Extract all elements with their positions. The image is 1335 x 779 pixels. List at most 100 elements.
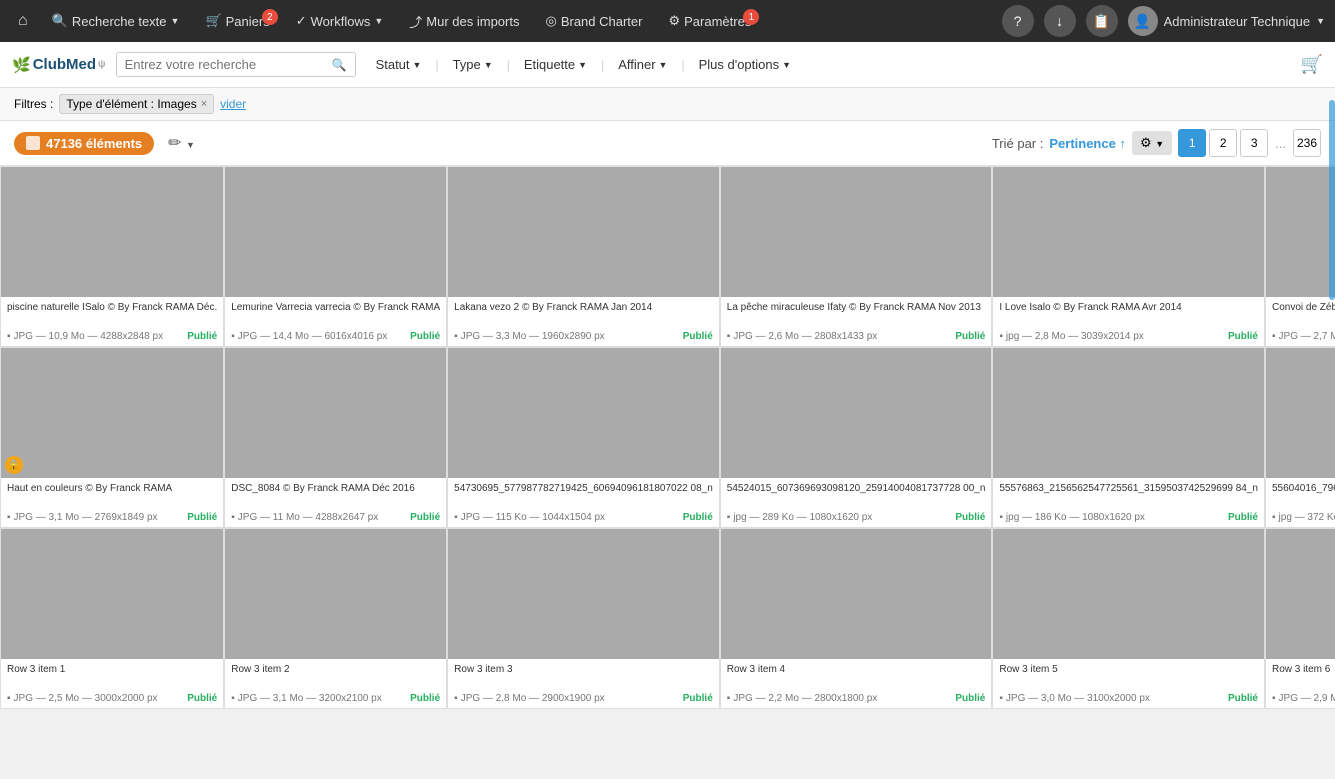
image-thumbnail: [225, 348, 446, 478]
page-3-button[interactable]: 3: [1240, 129, 1268, 157]
nav-params[interactable]: ⚙ Paramètres 1: [658, 7, 761, 35]
nav-brand-charter[interactable]: ◎ Brand Charter: [535, 7, 652, 35]
grid-item[interactable]: Row 3 item 4▪JPG — 2,2 Mo — 2800x1800 px…: [720, 528, 993, 709]
sort-label: Trié par :: [992, 136, 1044, 151]
item-meta: ▪JPG — 3,1 Mo — 2769x1849 pxPublié: [1, 510, 223, 527]
item-file-info: JPG — 2,7 Mo — 3008x2000 px: [1279, 331, 1335, 342]
cart-button[interactable]: 🛒: [1301, 54, 1323, 75]
status-badge: Publié: [683, 331, 713, 342]
item-file-info: jpg — 372 Ko — 999x1620 px: [1279, 512, 1335, 523]
nav-params-label: Paramètres: [684, 14, 751, 29]
nav-imports[interactable]: ⤴ Mur des imports: [399, 6, 529, 37]
grid-item[interactable]: piscine naturelle ISalo © By Franck RAMA…: [0, 166, 224, 347]
home-button[interactable]: ⌂: [10, 6, 36, 36]
item-meta: ▪JPG — 2,7 Mo — 3008x2000 pxPublié: [1266, 329, 1335, 346]
filter-remove-icon[interactable]: ×: [201, 98, 207, 110]
download-button[interactable]: ↓: [1044, 5, 1076, 37]
grid-item[interactable]: Row 3 item 5 ▪JPG — 3,0 Mo — 3100x2000 px…: [992, 528, 1265, 709]
grid-item[interactable]: Row 3 item 3▪JPG — 2,8 Mo — 2900x1900 px…: [447, 528, 720, 709]
grid-item[interactable]: Row 3 item 1▪JPG — 2,5 Mo — 3000x2000 px…: [0, 528, 224, 709]
lock-icon: 🔒: [5, 456, 23, 474]
edit-button[interactable]: ✏ ▼: [168, 133, 195, 153]
image-thumbnail: 🔒: [1, 348, 223, 478]
nav-workflows[interactable]: ✓ Workflows ▼: [286, 7, 394, 35]
item-title: piscine naturelle ISalo © By Franck RAMA…: [7, 301, 217, 315]
item-title: 54730695_577987782719425_606940961818070…: [454, 482, 713, 496]
item-file-info: jpg — 2,8 Mo — 3039x2014 px: [1006, 331, 1144, 342]
file-type-icon: ▪: [1272, 512, 1276, 523]
image-thumbnail: [448, 529, 719, 659]
item-file-info: jpg — 186 Ko — 1080x1620 px: [1006, 512, 1145, 523]
file-type-icon: ▪: [727, 512, 731, 523]
item-meta: ▪JPG — 3,0 Mo — 3100x2000 pxPublié: [993, 691, 1264, 708]
file-type-icon: ▪: [999, 512, 1003, 523]
type-filter-button[interactable]: Type ▼: [443, 52, 503, 77]
grid-item[interactable]: 55576863_2156562547725561_31595037425296…: [992, 347, 1265, 528]
nav-search-label: Recherche texte: [72, 14, 167, 29]
file-type-icon: ▪: [454, 512, 458, 523]
affiner-filter-button[interactable]: Affiner ▼: [608, 52, 677, 77]
page-2-button[interactable]: 2: [1209, 129, 1237, 157]
grid-item[interactable]: Row 3 item 6▪JPG — 2,9 Mo — 2950x1950 px…: [1265, 528, 1335, 709]
grid-item[interactable]: Row 3 item 2▪JPG — 3,1 Mo — 3200x2100 px…: [224, 528, 447, 709]
image-thumbnail: [721, 167, 992, 297]
grid-item[interactable]: Lemurine Varrecia varrecia © By Franck R…: [224, 166, 447, 347]
item-meta: ▪JPG — 14,4 Mo — 6016x4016 pxPublié: [225, 329, 446, 346]
item-meta: ▪JPG — 2,8 Mo — 2900x1900 px Publié: [448, 691, 719, 708]
status-badge: Publié: [1228, 512, 1258, 523]
file-type-icon: ▪: [231, 512, 235, 523]
search-input[interactable]: [125, 57, 332, 72]
count-badge: 47136 éléments: [14, 132, 154, 155]
help-button[interactable]: ?: [1002, 5, 1034, 37]
grid-item[interactable]: 🔒 Haut en couleurs © By Franck RAMA ▪JPG —…: [0, 347, 224, 528]
item-meta: ▪JPG — 3,1 Mo — 3200x2100 pxPublié: [225, 691, 446, 708]
top-nav-right: ? ↓ 📋 👤 Administrateur Technique ▼: [1002, 5, 1325, 37]
nav-search[interactable]: 🔍 Recherche texte ▼: [42, 7, 190, 35]
item-file-info: JPG — 2,8 Mo — 2900x1900 px: [461, 693, 605, 704]
grid-item[interactable]: 55604016_796459010712031_307108153282002…: [1265, 347, 1335, 528]
etiquette-filter-button[interactable]: Etiquette ▼: [514, 52, 597, 77]
pencil-icon: ✏: [168, 135, 181, 152]
image-thumbnail: [1266, 348, 1335, 478]
grid-item[interactable]: I Love Isalo © By Franck RAMA Avr 2014▪j…: [992, 166, 1265, 347]
item-title: La pêche miraculeuse Ifaty © By Franck R…: [727, 301, 986, 315]
grid-item[interactable]: DSC_8084 © By Franck RAMA Déc 2016▪JPG —…: [224, 347, 447, 528]
status-badge: Publié: [683, 693, 713, 704]
file-type-icon: ▪: [727, 331, 731, 342]
chevron-down-icon: ▼: [171, 16, 180, 26]
clear-filters-link[interactable]: vider: [220, 97, 246, 111]
item-title: Haut en couleurs © By Franck RAMA: [7, 482, 217, 496]
search-input-wrap[interactable]: 🔍: [116, 52, 356, 77]
sort-value-button[interactable]: Pertinence ↑: [1049, 136, 1126, 151]
item-file-info: JPG — 10,9 Mo — 4288x2848 px: [14, 331, 164, 342]
page-last-button[interactable]: 236: [1293, 129, 1321, 157]
clipboard-button[interactable]: 📋: [1086, 5, 1118, 37]
checkmark-icon: ✓: [296, 13, 307, 29]
file-type-icon: ▪: [1272, 331, 1276, 342]
item-meta: ▪JPG — 2,9 Mo — 2950x1950 pxPublié: [1266, 691, 1335, 708]
grid-item[interactable]: La pêche miraculeuse Ifaty © By Franck R…: [720, 166, 993, 347]
nav-paniers[interactable]: 🛒 Paniers 2: [195, 7, 279, 35]
status-badge: Publié: [683, 512, 713, 523]
statut-chevron-icon: ▼: [413, 60, 422, 70]
item-meta: ▪JPG — 115 Ko — 1044x1504 pxPublié: [448, 510, 719, 527]
display-settings-button[interactable]: ⚙ ▼: [1132, 131, 1172, 155]
file-type-icon: ▪: [999, 693, 1003, 704]
file-type-icon: ▪: [454, 693, 458, 704]
user-menu-button[interactable]: 👤 Administrateur Technique ▼: [1128, 6, 1325, 36]
search-submit-icon[interactable]: 🔍: [332, 58, 347, 72]
avatar: 👤: [1128, 6, 1158, 36]
count-label: 47136 éléments: [46, 136, 142, 151]
item-title: 55576863_2156562547725561_31595037425296…: [999, 482, 1258, 496]
grid-item[interactable]: 54730695_577987782719425_606940961818070…: [447, 347, 720, 528]
file-type-icon: ▪: [727, 693, 731, 704]
plus-options-button[interactable]: Plus d'options ▼: [689, 52, 801, 77]
statut-filter-button[interactable]: Statut ▼: [366, 52, 432, 77]
item-title: Row 3 item 5: [999, 663, 1258, 677]
page-1-button[interactable]: 1: [1178, 129, 1206, 157]
grid-item[interactable]: 54524015_607369693098120_259140040817377…: [720, 347, 993, 528]
scrollbar[interactable]: [1329, 100, 1335, 300]
item-file-info: JPG — 3,1 Mo — 3200x2100 px: [238, 693, 382, 704]
grid-item[interactable]: Convoi de Zébu sur la RN7 © By Franck RA…: [1265, 166, 1335, 347]
grid-item[interactable]: Lakana vezo 2 © By Franck RAMA Jan 2014▪…: [447, 166, 720, 347]
